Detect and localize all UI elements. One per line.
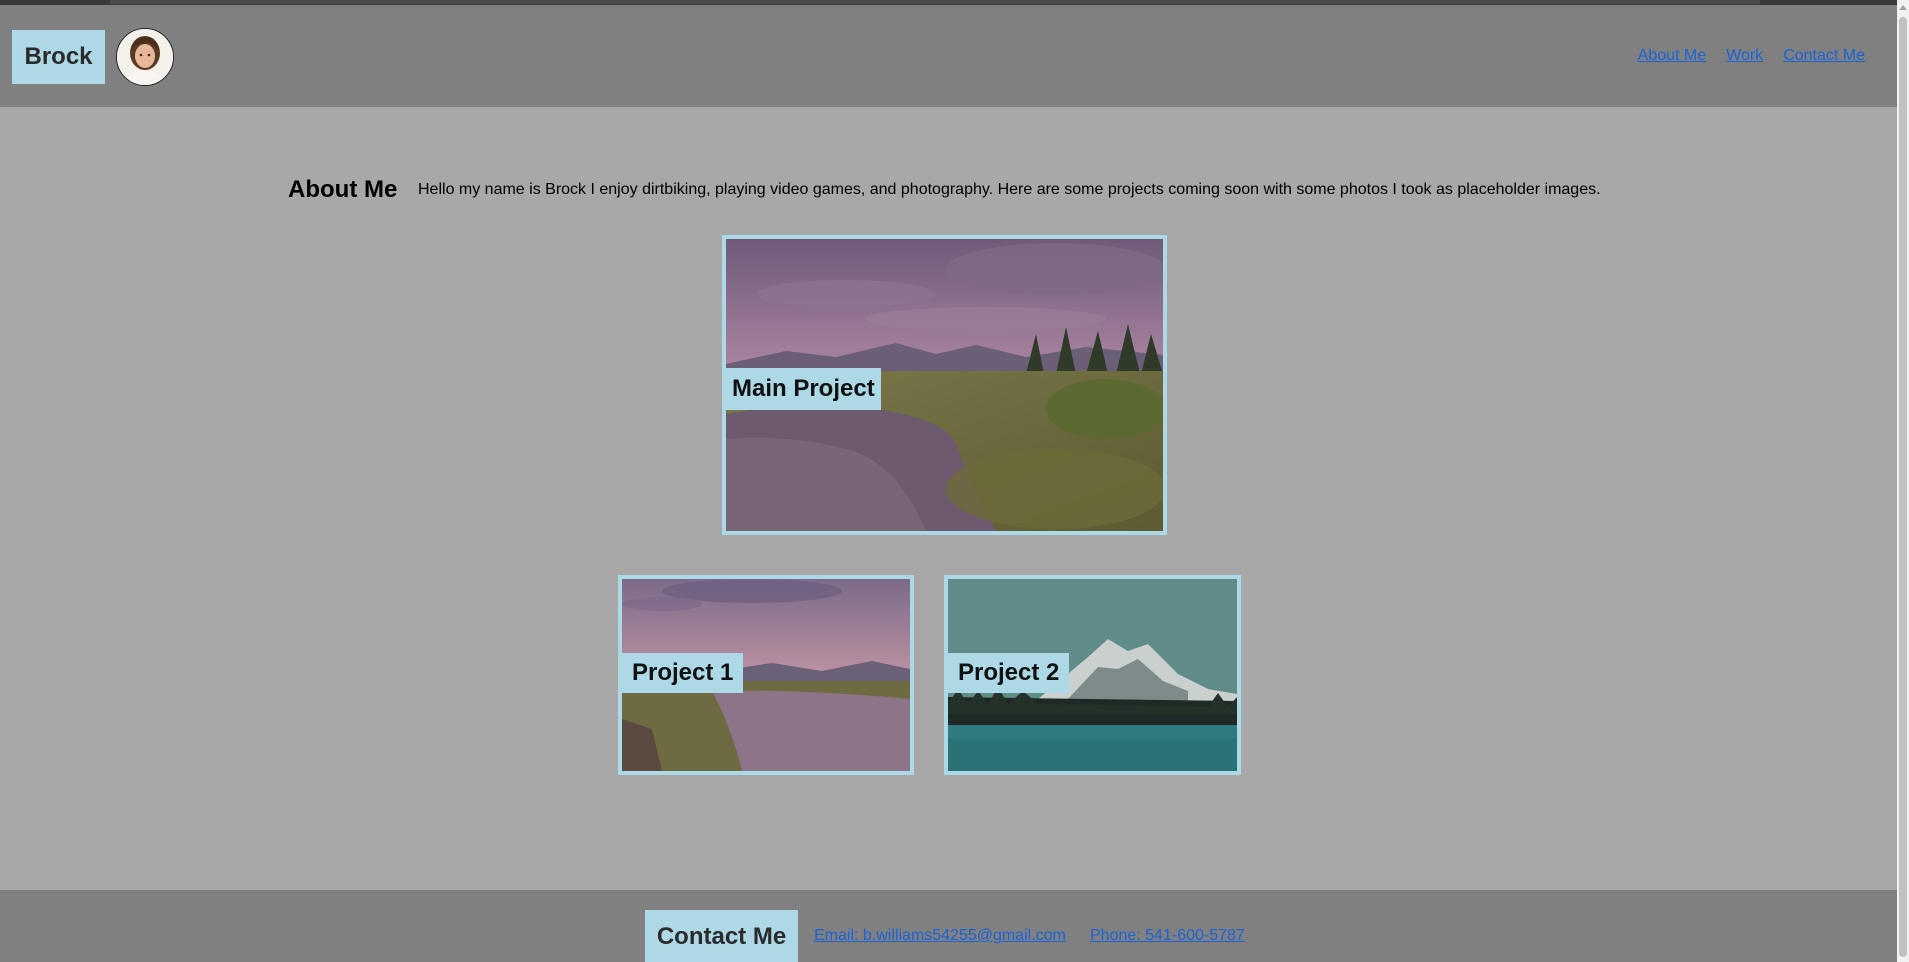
nav-work-link[interactable]: Work	[1726, 47, 1763, 65]
profile-avatar	[116, 28, 174, 86]
footer-phone-link[interactable]: Phone: 541-600-5787	[1090, 927, 1245, 945]
top-nav: About Me Work Contact Me	[1638, 47, 1865, 65]
site-footer: Contact Me Email: b.williams54255@gmail.…	[0, 890, 1897, 962]
scrollbar-thumb[interactable]	[1899, 17, 1907, 957]
scroll-up-arrow-icon[interactable]	[1899, 5, 1907, 10]
footer-contact-heading: Contact Me	[645, 910, 798, 962]
footer-email-link[interactable]: Email: b.williams54255@gmail.com	[814, 927, 1066, 945]
nav-contact-me-link[interactable]: Contact Me	[1783, 47, 1865, 65]
project-1-card[interactable]: Project 1	[618, 575, 914, 775]
brand-logo[interactable]: Brock	[12, 30, 105, 84]
project-2-card[interactable]: Project 2	[944, 575, 1241, 775]
main-project-label: Main Project	[726, 368, 881, 410]
project-1-label: Project 1	[622, 653, 744, 693]
about-heading: About Me	[288, 176, 398, 203]
nav-about-me-link[interactable]: About Me	[1638, 47, 1706, 65]
about-description: Hello my name is Brock I enjoy dirtbikin…	[418, 181, 1601, 198]
project-2-label: Project 2	[948, 653, 1070, 693]
vertical-scrollbar[interactable]	[1897, 0, 1909, 962]
main-project-card[interactable]: Main Project	[722, 235, 1167, 535]
site-header: Brock About Me Work Contact Me	[0, 5, 1897, 107]
